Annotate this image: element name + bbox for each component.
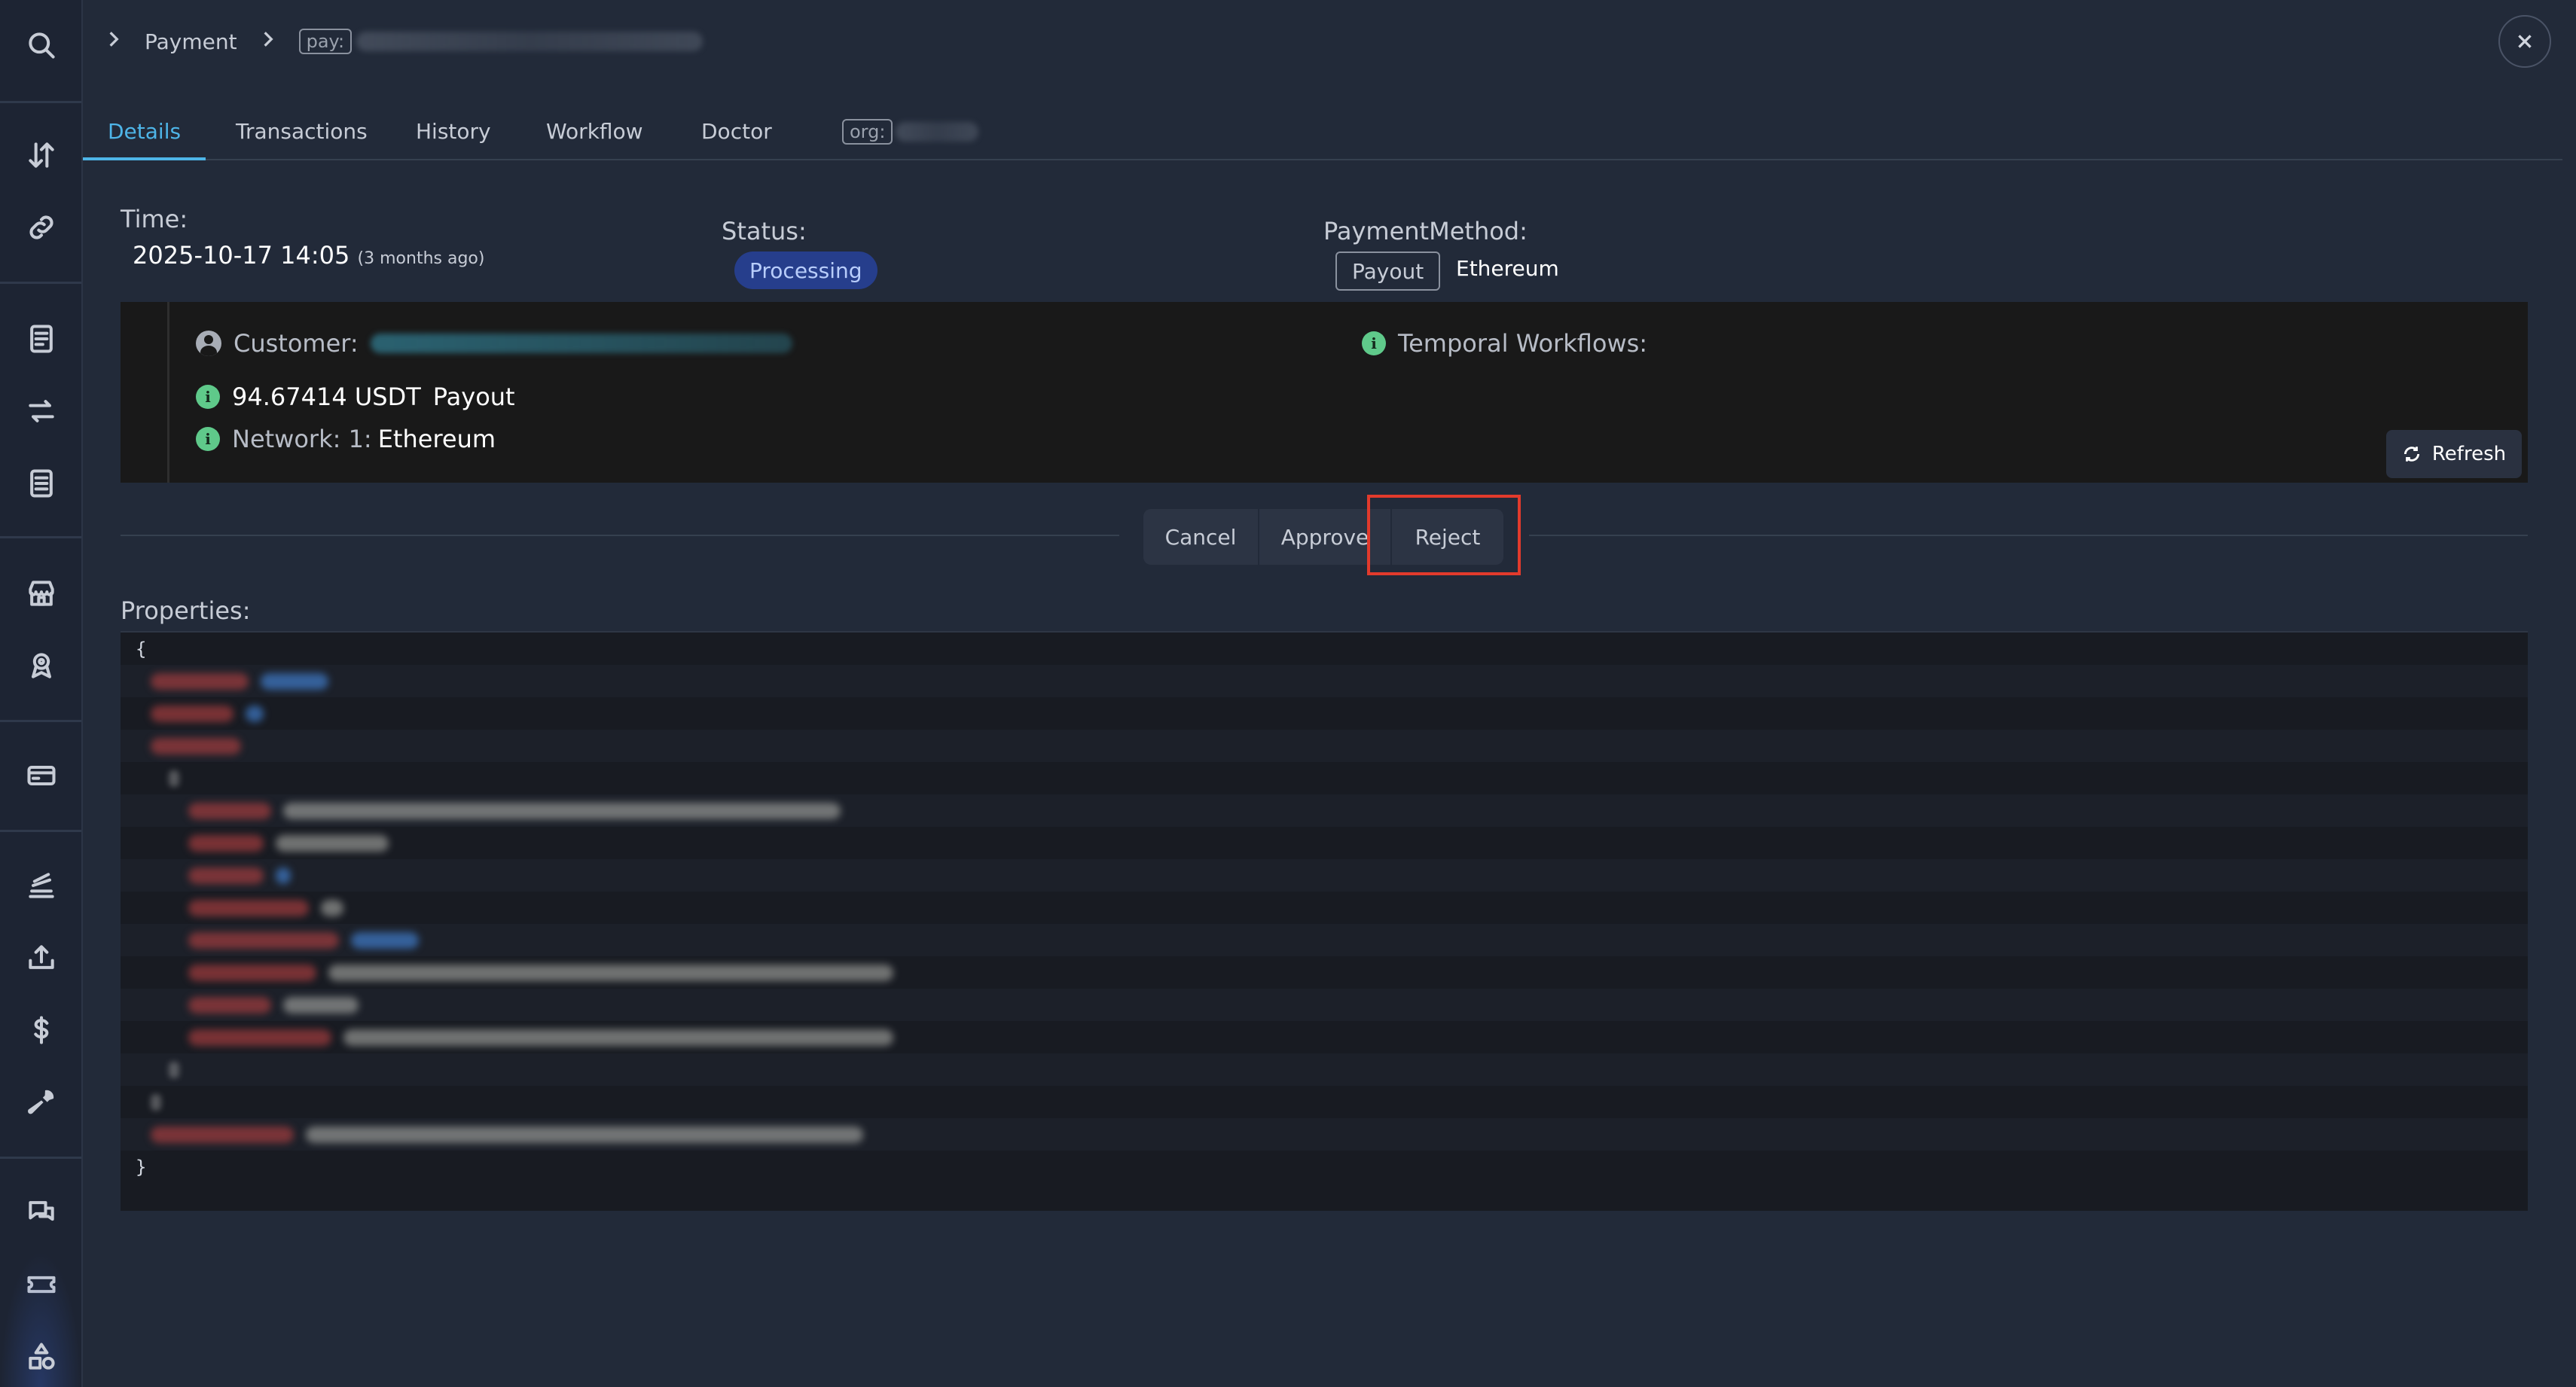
tab-workflow[interactable]: Workflow [521, 104, 668, 160]
json-open-brace: { [136, 638, 147, 660]
json-line [121, 1053, 2528, 1086]
customer-row: Customer: [196, 329, 792, 358]
refresh-button[interactable]: Refresh [2386, 430, 2522, 478]
json-line: { [121, 633, 2528, 665]
json-line [121, 827, 2528, 859]
json-line [121, 665, 2528, 697]
properties-label: Properties: [121, 596, 251, 625]
info-panel: Customer: i 94.67414 USDT Payout i Netwo… [121, 302, 2528, 483]
rail-divider [0, 101, 81, 103]
json-line [121, 1021, 2528, 1053]
status-badge: Processing [734, 251, 877, 289]
award-icon[interactable] [19, 643, 64, 688]
stack-icon[interactable] [19, 863, 64, 908]
json-line [121, 1118, 2528, 1151]
invoice-icon[interactable] [19, 316, 64, 361]
tab-transactions[interactable]: Transactions [211, 104, 392, 160]
payment-method-label: PaymentMethod: [1323, 217, 1528, 245]
properties-json-viewer[interactable]: { } [121, 631, 2528, 1211]
swap-icon[interactable] [19, 389, 64, 434]
payment-method-value: Ethereum [1456, 256, 1559, 281]
json-line [121, 697, 2528, 730]
wrench-icon[interactable] [19, 1080, 64, 1125]
dollar-icon[interactable] [19, 1007, 64, 1053]
card-icon[interactable] [19, 753, 64, 798]
breadcrumb-payment[interactable]: Payment [145, 29, 237, 54]
upload-icon[interactable] [19, 935, 64, 980]
search-icon[interactable] [19, 23, 64, 68]
time-absolute: 2025-10-17 14:05 [133, 241, 350, 270]
network-value: Ethereum [377, 425, 496, 453]
id-prefix-tag: pay: [298, 29, 353, 54]
chevron-right-icon [258, 29, 278, 54]
tab-history[interactable]: History [391, 104, 516, 160]
status-label: Status: [722, 217, 807, 245]
panel-divider [167, 302, 169, 483]
refresh-label: Refresh [2431, 443, 2507, 465]
info-icon: i [196, 427, 220, 451]
close-icon [2518, 35, 2532, 48]
json-line [121, 794, 2528, 827]
tab-details[interactable]: Details [83, 104, 206, 160]
amount-value: 94.67414 USDT [232, 383, 421, 411]
tab-org[interactable]: org: [817, 104, 1003, 160]
json-line [121, 892, 2528, 924]
left-rail [0, 0, 83, 1387]
approve-button[interactable]: Approve [1259, 509, 1392, 565]
info-icon: i [1362, 331, 1386, 355]
rail-divider [0, 282, 81, 284]
network-label: Network: 1: [232, 425, 372, 453]
network-row: i Network: 1: Ethereum [196, 425, 496, 453]
divider-right [1529, 535, 2528, 536]
tab-bar: Details Transactions History Workflow Do… [83, 89, 2562, 160]
action-button-group: Cancel Approve Reject [1143, 509, 1503, 565]
json-line [121, 859, 2528, 892]
amount-row: i 94.67414 USDT Payout [196, 383, 515, 411]
customer-link[interactable] [370, 334, 792, 353]
chevron-right-icon [104, 29, 124, 54]
divider-left [121, 535, 1119, 536]
json-line [121, 989, 2528, 1021]
rail-divider [0, 1157, 81, 1159]
time-label: Time: [121, 205, 188, 233]
reject-button[interactable]: Reject [1392, 509, 1503, 565]
rail-divider [0, 720, 81, 722]
time-value: 2025-10-17 14:05 (3 months ago) [133, 241, 484, 270]
redacted-org [896, 122, 979, 142]
chat-icon[interactable] [19, 1190, 64, 1235]
json-line [121, 924, 2528, 956]
refresh-icon [2404, 447, 2419, 462]
redacted-id [356, 32, 704, 51]
user-circle-icon [196, 331, 221, 356]
cancel-button[interactable]: Cancel [1143, 509, 1259, 565]
rail-divider [0, 536, 81, 538]
temporal-workflows-label: Temporal Workflows: [1398, 329, 1648, 358]
customer-label: Customer: [233, 329, 359, 358]
breadcrumb-payment-id: pay: [298, 29, 704, 54]
json-line [121, 1086, 2528, 1118]
org-prefix-tag: org: [842, 119, 893, 145]
link-icon[interactable] [19, 205, 64, 250]
json-line: } [121, 1151, 2528, 1183]
payment-method-tag: Payout [1335, 251, 1441, 291]
json-line [121, 762, 2528, 794]
json-line [121, 730, 2528, 762]
close-button[interactable] [2498, 15, 2551, 68]
amount-kind: Payout [432, 383, 515, 411]
shapes-icon[interactable] [19, 1334, 64, 1379]
rail-divider [0, 830, 81, 832]
temporal-workflows-row: i Temporal Workflows: [1362, 329, 1647, 358]
json-line [121, 956, 2528, 989]
ledger-icon[interactable] [19, 461, 64, 506]
transfer-arrows-icon[interactable] [19, 133, 64, 178]
store-icon[interactable] [19, 571, 64, 616]
breadcrumb: Payment pay: [104, 23, 704, 60]
info-icon: i [196, 385, 220, 409]
tab-doctor[interactable]: Doctor [676, 104, 797, 160]
time-relative: (3 months ago) [357, 249, 485, 268]
json-close-brace: } [136, 1156, 147, 1178]
